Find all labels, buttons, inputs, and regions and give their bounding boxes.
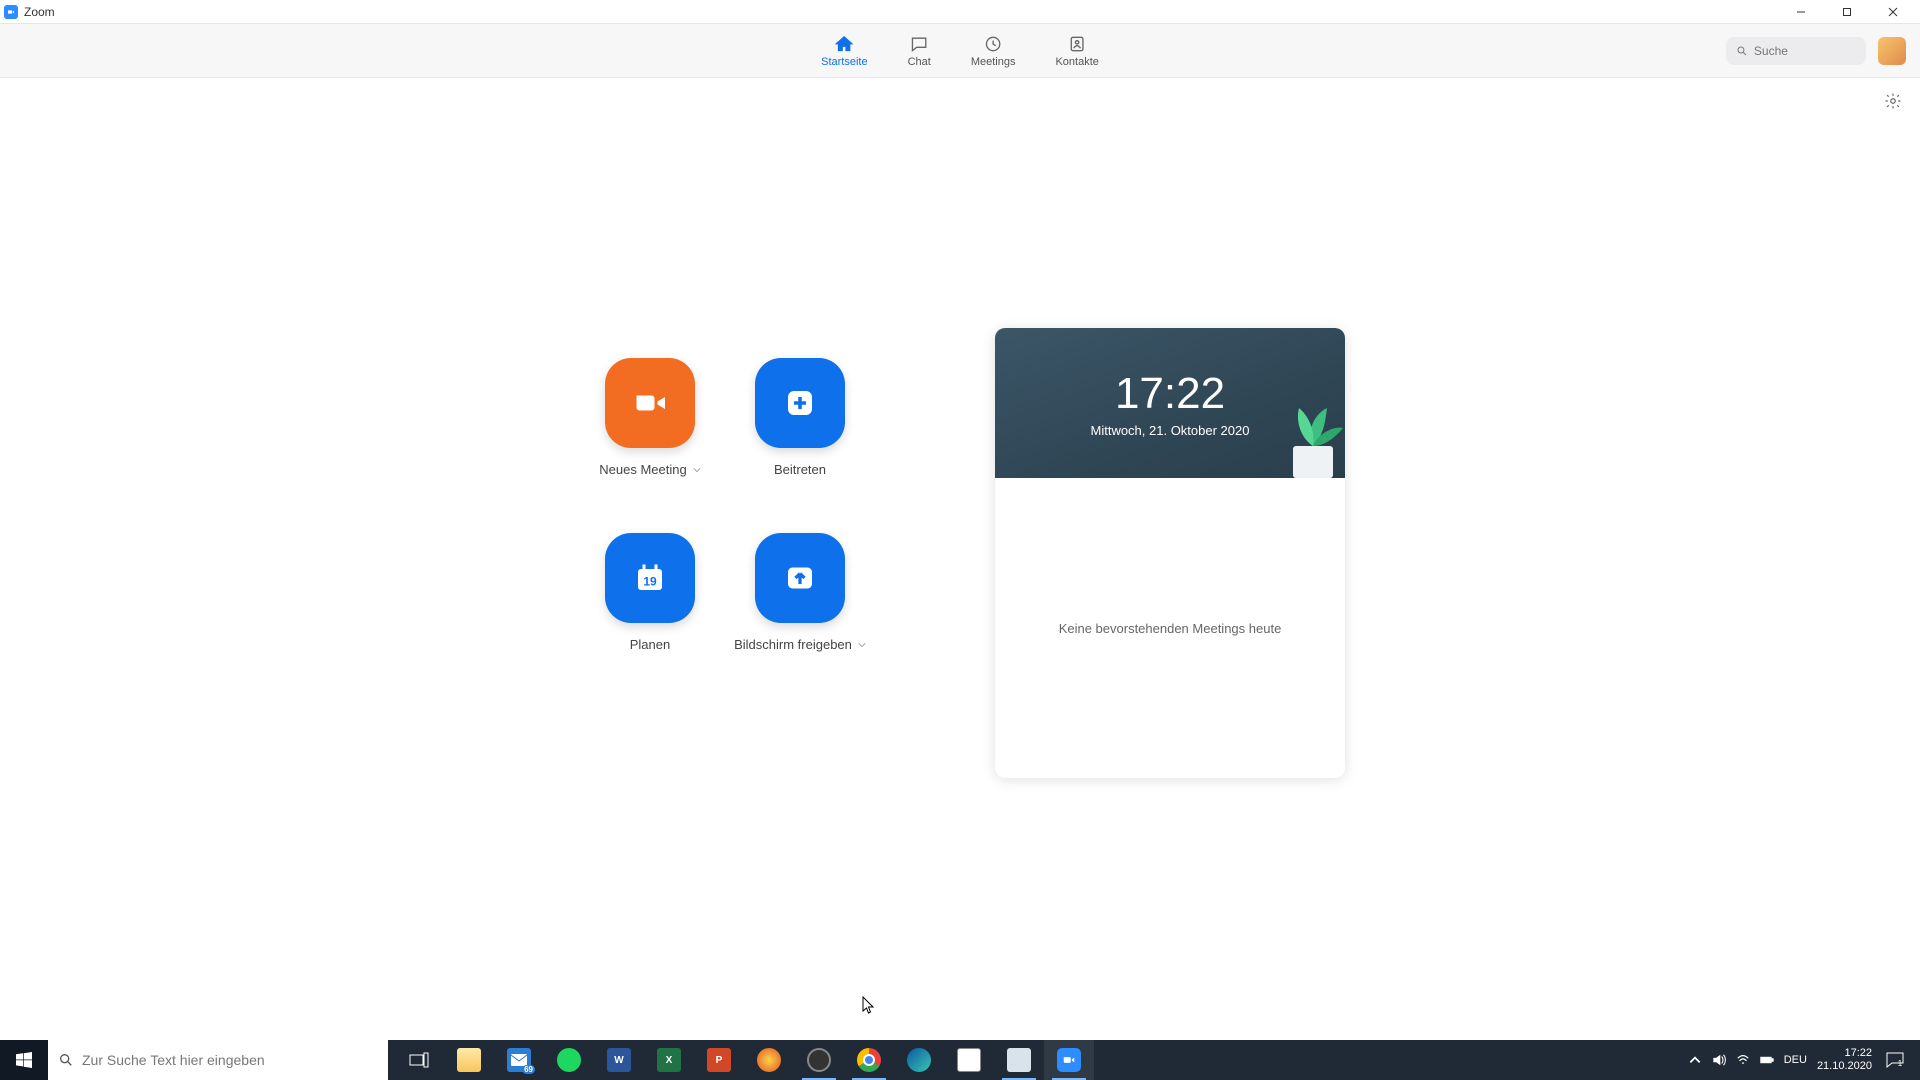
tile-share-screen: Bildschirm freigeben — [725, 533, 875, 652]
schedule-label: Planen — [630, 637, 670, 652]
window-titlebar: Zoom — [0, 0, 1920, 24]
volume-icon — [1712, 1053, 1726, 1067]
action-center-button[interactable]: 1 — [1882, 1052, 1912, 1068]
action-tiles: Neues Meeting Beitreten — [575, 358, 875, 652]
new-meeting-label: Neues Meeting — [599, 462, 686, 477]
video-icon — [632, 385, 668, 421]
panel-time: 17:22 — [1115, 369, 1225, 419]
taskbar-zoom[interactable] — [1044, 1040, 1094, 1080]
nav-chat[interactable]: Chat — [900, 30, 939, 72]
svg-text:19: 19 — [643, 575, 657, 589]
taskview-button[interactable] — [394, 1040, 444, 1080]
taskbar-obs[interactable] — [794, 1040, 844, 1080]
maximize-button[interactable] — [1824, 0, 1870, 24]
search-input[interactable] — [1754, 44, 1856, 58]
taskbar-app-1[interactable] — [744, 1040, 794, 1080]
taskbar-app-2[interactable] — [944, 1040, 994, 1080]
schedule-button[interactable]: 19 — [605, 533, 695, 623]
nav-contacts[interactable]: Kontakte — [1047, 30, 1106, 72]
battery-icon — [1760, 1053, 1774, 1067]
taskbar-excel[interactable]: X — [644, 1040, 694, 1080]
nav-chat-label: Chat — [908, 56, 931, 68]
windows-icon — [16, 1052, 32, 1068]
taskbar-powerpoint[interactable]: P — [694, 1040, 744, 1080]
join-button[interactable] — [755, 358, 845, 448]
nav-meetings-label: Meetings — [971, 56, 1016, 68]
share-icon — [782, 560, 818, 596]
new-meeting-button[interactable] — [605, 358, 695, 448]
nav-contacts-label: Kontakte — [1055, 56, 1098, 68]
nav-home[interactable]: Startseite — [813, 30, 875, 72]
plus-icon — [782, 385, 818, 421]
taskbar-spotify[interactable] — [544, 1040, 594, 1080]
tile-new-meeting: Neues Meeting — [575, 358, 725, 477]
taskbar-word[interactable]: W — [594, 1040, 644, 1080]
settings-button[interactable] — [1884, 92, 1902, 115]
tile-join: Beitreten — [725, 358, 875, 477]
upcoming-panel: 17:22 Mittwoch, 21. Oktober 2020 Keine b… — [995, 328, 1345, 778]
gear-icon — [1884, 92, 1902, 110]
nav-meetings[interactable]: Meetings — [963, 30, 1024, 72]
search-icon — [58, 1052, 74, 1068]
taskbar-file-explorer[interactable] — [444, 1040, 494, 1080]
chevron-down-icon[interactable] — [693, 466, 701, 474]
chevron-down-icon[interactable] — [858, 641, 866, 649]
minimize-button[interactable] — [1778, 0, 1824, 24]
tray-chevron-icon — [1688, 1053, 1702, 1067]
content-area: Neues Meeting Beitreten — [0, 78, 1920, 1040]
panel-date: Mittwoch, 21. Oktober 2020 — [1091, 423, 1250, 438]
taskbar-chrome[interactable] — [844, 1040, 894, 1080]
taskbar-edge[interactable] — [894, 1040, 944, 1080]
calendar-icon: 19 — [632, 560, 668, 596]
share-screen-label: Bildschirm freigeben — [734, 637, 852, 652]
taskbar-clock[interactable]: 17:22 21.10.2020 — [1817, 1047, 1872, 1073]
taskbar-language[interactable]: DEU — [1784, 1054, 1807, 1066]
close-button[interactable] — [1870, 0, 1916, 24]
mouse-cursor — [862, 996, 874, 1014]
window-title: Zoom — [24, 5, 55, 19]
join-label: Beitreten — [774, 462, 826, 477]
taskbar-app-3[interactable] — [994, 1040, 1044, 1080]
taskview-icon — [409, 1052, 429, 1068]
search-box[interactable] — [1726, 37, 1866, 65]
nav-home-label: Startseite — [821, 56, 867, 68]
tile-schedule: 19 Planen — [575, 533, 725, 652]
wifi-icon — [1736, 1053, 1750, 1067]
zoom-app-icon — [4, 5, 18, 19]
plant-decoration — [1275, 388, 1345, 478]
windows-taskbar: Zur Suche Text hier eingeben 69 W X P — [0, 1040, 1920, 1080]
search-icon — [1736, 44, 1748, 58]
start-button[interactable] — [0, 1040, 48, 1080]
user-avatar[interactable] — [1878, 37, 1906, 65]
taskbar-search-placeholder: Zur Suche Text hier eingeben — [82, 1052, 265, 1068]
share-screen-button[interactable] — [755, 533, 845, 623]
system-tray[interactable] — [1688, 1053, 1774, 1067]
taskbar-mail[interactable]: 69 — [494, 1040, 544, 1080]
panel-header: 17:22 Mittwoch, 21. Oktober 2020 — [995, 328, 1345, 478]
top-navigation: Startseite Chat Meetings Kontakte — [0, 24, 1920, 78]
no-meetings-message: Keine bevorstehenden Meetings heute — [1059, 621, 1282, 636]
taskbar-search[interactable]: Zur Suche Text hier eingeben — [48, 1040, 388, 1080]
